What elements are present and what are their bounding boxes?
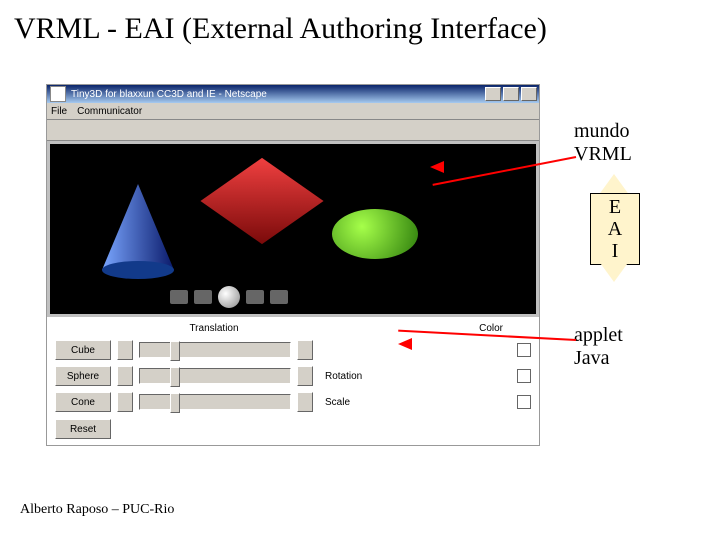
eai-letter: A	[608, 218, 622, 240]
vrml-scene[interactable]	[50, 144, 536, 314]
eai-letter: E	[609, 196, 621, 218]
vrml-navbar	[170, 286, 288, 308]
close-button[interactable]	[521, 87, 537, 101]
slide: VRML - EAI (External Authoring Interface…	[0, 0, 720, 540]
toolbar	[47, 120, 539, 141]
menu-file[interactable]: File	[51, 106, 67, 117]
row-sphere: Sphere Rotation	[55, 366, 531, 386]
annotation-text: applet	[574, 324, 623, 346]
slide-title: VRML - EAI (External Authoring Interface…	[14, 12, 547, 46]
nav-next-icon[interactable]	[270, 290, 288, 304]
sphere-button[interactable]: Sphere	[55, 366, 111, 386]
row-cone: Cone Scale	[55, 392, 531, 412]
translation-slider-cube[interactable]	[139, 342, 291, 358]
dec-button[interactable]	[117, 366, 133, 386]
reset-button[interactable]: Reset	[55, 419, 111, 439]
dec-button[interactable]	[117, 340, 133, 360]
nav-mode-icon[interactable]	[194, 290, 212, 304]
minimize-button[interactable]	[485, 87, 501, 101]
cone-shape	[98, 184, 178, 284]
eai-box: E A I	[590, 193, 640, 265]
col-translation-label: Translation	[139, 323, 289, 334]
nav-mode2-icon[interactable]	[246, 290, 264, 304]
browser-window: Tiny3D for blaxxun CC3D and IE - Netscap…	[46, 84, 540, 446]
annotation-text: mundo	[574, 120, 630, 142]
java-applet-panel: Translation Color Cube Sphere Rotation	[47, 317, 539, 445]
window-title: Tiny3D for blaxxun CC3D and IE - Netscap…	[69, 89, 485, 100]
cube-button[interactable]: Cube	[55, 340, 111, 360]
col-color-label: Color	[479, 323, 503, 334]
scale-slider-cone[interactable]	[139, 394, 291, 410]
annotation-applet-java: applet Java	[574, 324, 623, 370]
nav-prev-icon[interactable]	[170, 290, 188, 304]
title-bar: Tiny3D for blaxxun CC3D and IE - Netscap…	[47, 85, 539, 103]
color-check-sphere[interactable]	[517, 369, 531, 383]
cube-shape	[200, 158, 323, 244]
eai-letter: I	[612, 240, 619, 262]
eai-arrow-down-icon	[598, 260, 630, 282]
arrowhead-icon	[392, 338, 412, 350]
dec-button[interactable]	[117, 392, 133, 412]
inc-button[interactable]	[297, 366, 313, 386]
rotation-slider-sphere[interactable]	[139, 368, 291, 384]
color-check-cone[interactable]	[517, 395, 531, 409]
app-icon	[50, 86, 66, 102]
color-check-cube[interactable]	[517, 343, 531, 357]
menu-bar: File Communicator	[47, 103, 539, 120]
scale-label: Scale	[319, 397, 511, 408]
inc-button[interactable]	[297, 392, 313, 412]
annotation-text: VRML	[574, 143, 632, 165]
inc-button[interactable]	[297, 340, 313, 360]
footer-author: Alberto Raposo – PUC-Rio	[20, 502, 174, 518]
rotation-label: Rotation	[319, 371, 511, 382]
nav-trackball[interactable]	[218, 286, 240, 308]
maximize-button[interactable]	[503, 87, 519, 101]
cone-button[interactable]: Cone	[55, 392, 111, 412]
annotation-mundo-vrml: mundo VRML	[574, 120, 632, 166]
sphere-shape	[332, 209, 418, 259]
row-cube: Cube	[55, 340, 531, 360]
annotation-text: Java	[574, 347, 610, 369]
menu-communicator[interactable]: Communicator	[77, 106, 142, 117]
arrowhead-icon	[424, 161, 444, 173]
